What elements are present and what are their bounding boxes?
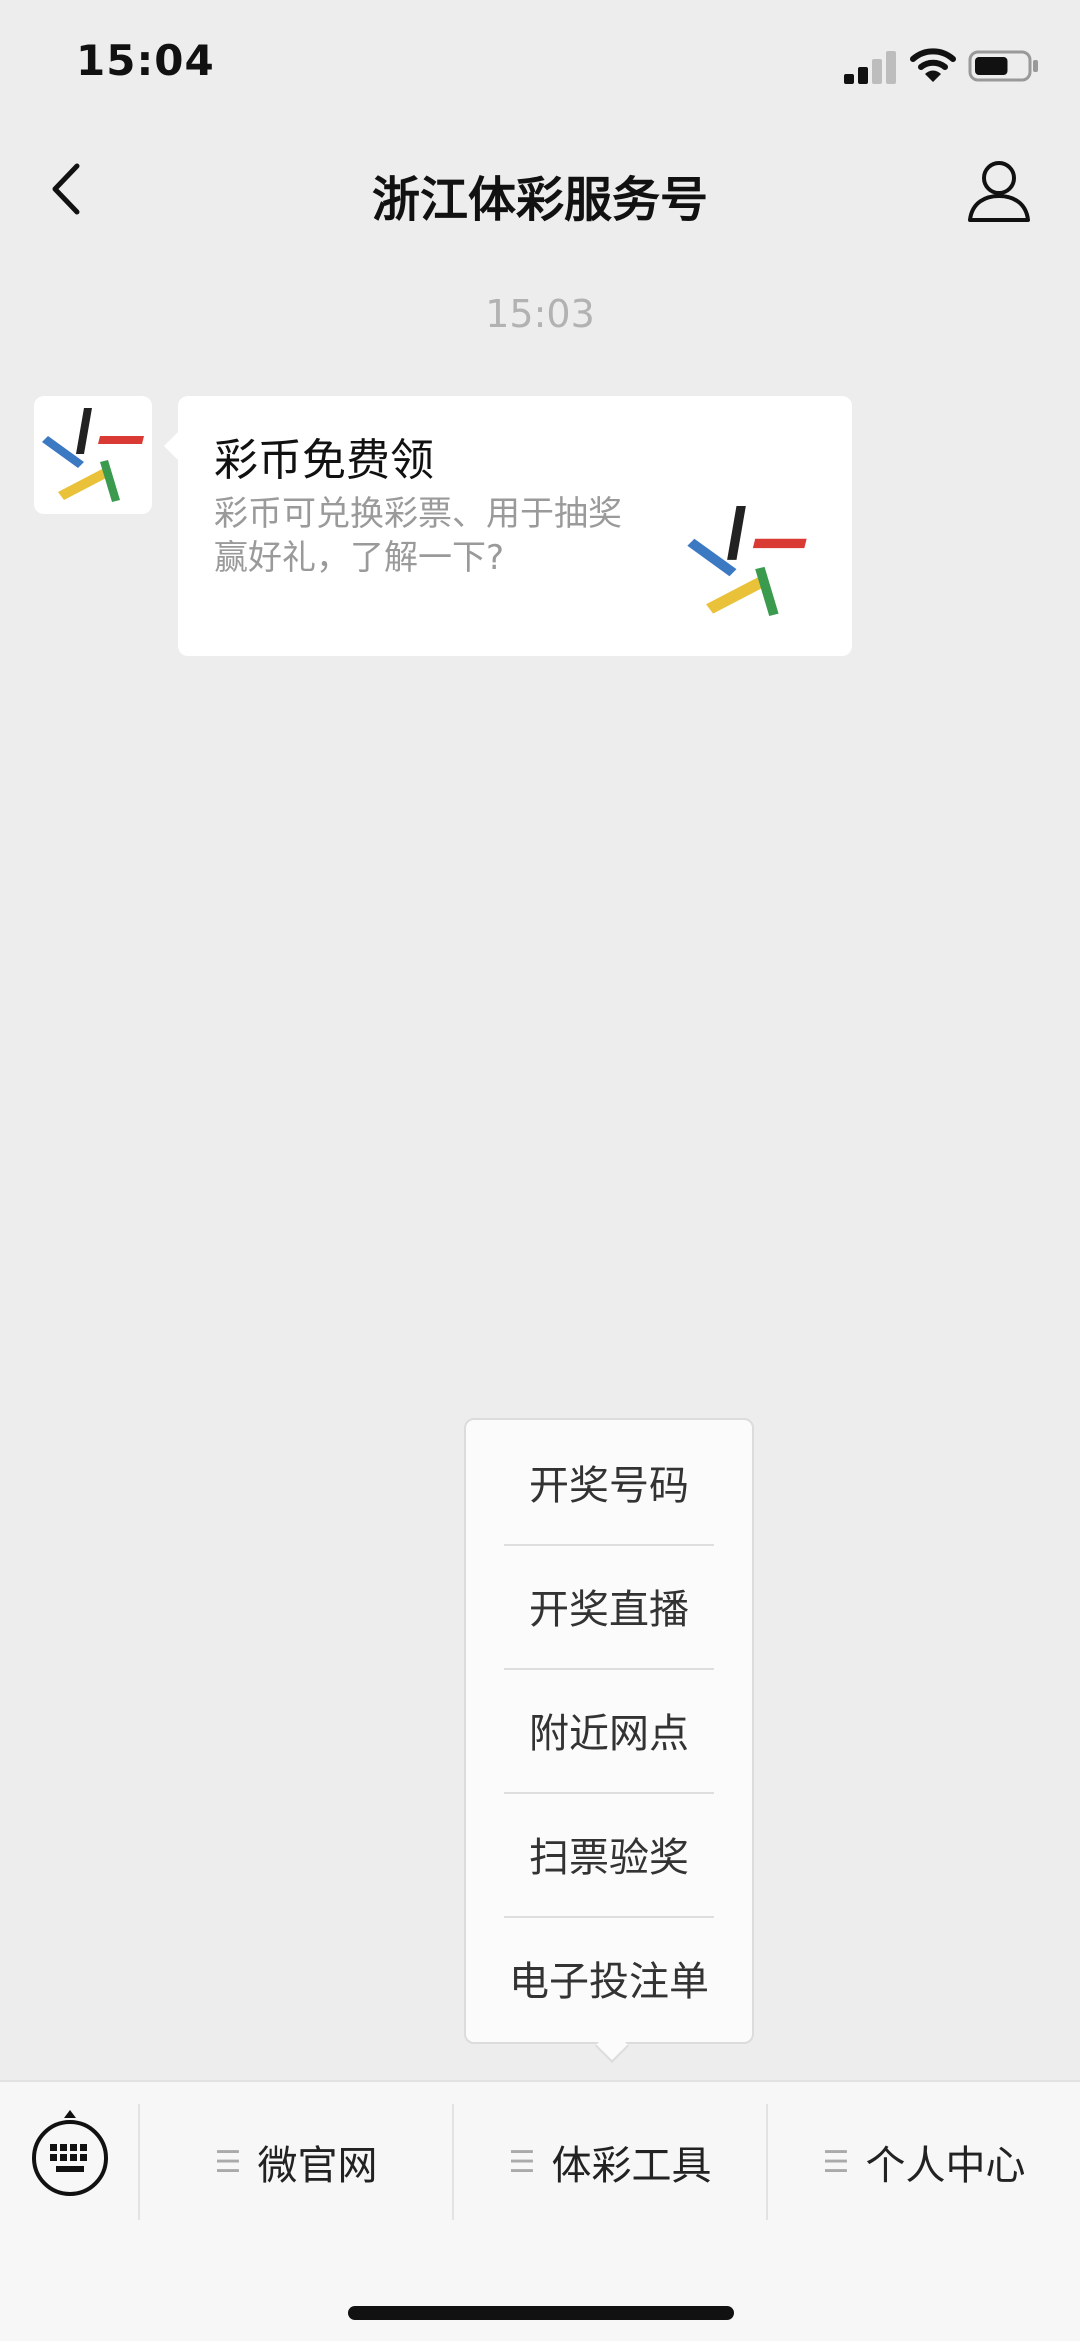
submenu-item-nearby-outlets[interactable]: 附近网点 — [466, 1668, 752, 1792]
wifi-icon — [910, 48, 956, 82]
keyboard-toggle-button[interactable] — [28, 2106, 112, 2198]
bottom-menu-bar: ☰ 微官网 ☰ 体彩工具 ☰ 个人中心 — [0, 2080, 1080, 2341]
submenu-item-draw-numbers[interactable]: 开奖号码 — [466, 1420, 752, 1544]
menu-lines-icon: ☰ — [822, 2144, 850, 2180]
lottery-logo-icon — [42, 408, 144, 502]
home-indicator — [348, 2306, 734, 2320]
status-time: 15:04 — [76, 36, 215, 85]
tab-lottery-tools[interactable]: ☰ 体彩工具 — [454, 2104, 766, 2220]
message-timestamp: 15:03 — [485, 292, 595, 336]
card-description: 彩币可兑换彩票、用于抽奖赢好礼，了解一下? — [214, 494, 622, 578]
lottery-logo-icon — [687, 506, 807, 616]
tab-label: 体彩工具 — [551, 2143, 712, 2189]
tab-label: 个人中心 — [865, 2143, 1026, 2189]
submenu-item-e-betting-slip[interactable]: 电子投注单 — [466, 1916, 752, 2040]
nav-bar: 浙江体彩服务号 — [0, 130, 1080, 250]
status-bar: 15:04 — [0, 0, 1080, 130]
profile-button[interactable] — [964, 156, 1034, 226]
menu-lines-icon: ☰ — [214, 2144, 242, 2180]
tools-submenu: 开奖号码 开奖直播 附近网点 扫票验奖 电子投注单 — [464, 1418, 754, 2063]
card-tail — [164, 432, 178, 460]
submenu-item-scan-ticket[interactable]: 扫票验奖 — [466, 1792, 752, 1916]
keyboard-icon — [32, 2110, 108, 2196]
menu-lines-icon: ☰ — [508, 2144, 536, 2180]
card-title: 彩币免费领 — [214, 435, 434, 486]
submenu-item-live-draw[interactable]: 开奖直播 — [466, 1544, 752, 1668]
page-title: 浙江体彩服务号 — [371, 172, 708, 228]
tab-label: 微官网 — [257, 2143, 378, 2189]
cellular-signal-icon — [844, 51, 896, 84]
battery-icon — [968, 50, 1038, 82]
message-card[interactable]: 彩币免费领 彩币可兑换彩票、用于抽奖赢好礼，了解一下? — [164, 396, 852, 656]
tab-micro-site[interactable]: ☰ 微官网 — [140, 2104, 452, 2220]
tab-personal-center[interactable]: ☰ 个人中心 — [768, 2104, 1080, 2220]
user-icon — [968, 161, 1030, 222]
avatar[interactable] — [34, 396, 152, 514]
